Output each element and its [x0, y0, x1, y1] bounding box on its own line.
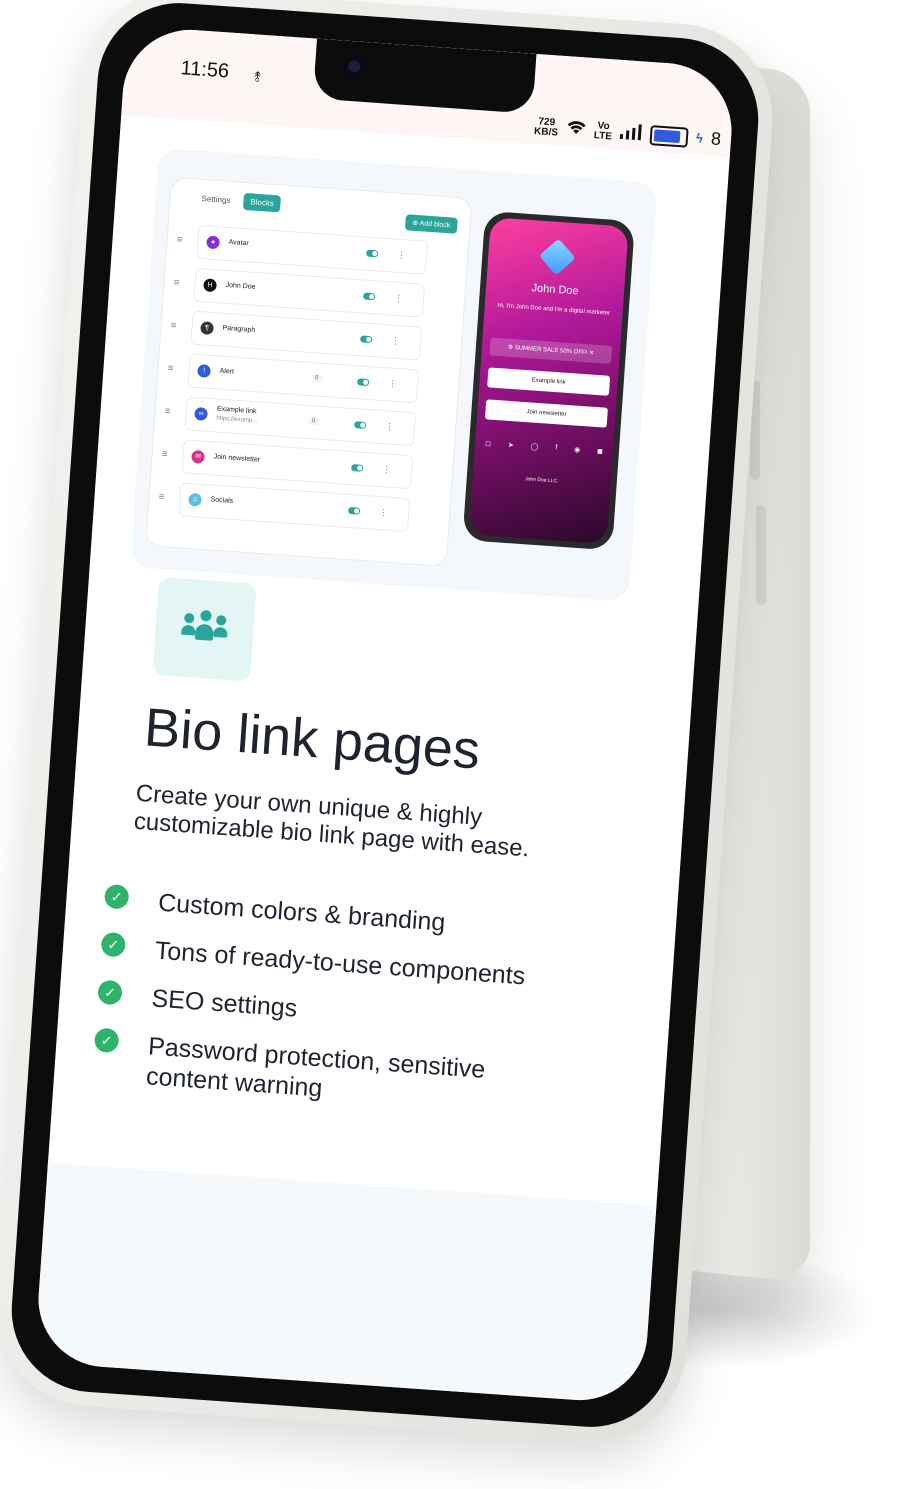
- block-toggle[interactable]: [356, 378, 370, 387]
- avatar-icon: ●: [206, 235, 220, 250]
- messenger-icon[interactable]: ◉: [574, 446, 581, 454]
- mini-newsletter-button[interactable]: Join newsletter: [484, 399, 608, 428]
- block-toggle[interactable]: [359, 335, 373, 344]
- whatsapp-icon[interactable]: ◯: [530, 443, 538, 452]
- block-badge: 0: [310, 374, 323, 383]
- discord-icon[interactable]: ◼: [597, 447, 603, 455]
- newsletter-icon: ✉: [191, 449, 205, 464]
- blocks-panel: Settings Blocks ⊕ Add block ≡ ● Avatar ⋮…: [145, 176, 473, 567]
- phone-bezel: 11:56 ⥉ 729 KB/S Vo LTE ϟ 8 Settings Blo…: [6, 0, 764, 1433]
- check-icon: ✓: [103, 883, 130, 910]
- heading-icon: H: [203, 278, 217, 293]
- block-url: https://examp...: [216, 415, 258, 425]
- front-camera: [342, 54, 366, 79]
- block-badge: 0: [307, 416, 320, 426]
- more-icon[interactable]: ⋮: [385, 421, 395, 433]
- socials-icon: ☺: [188, 492, 202, 507]
- mini-socials: ◻ ➤ ◯ f ◉ ◼: [485, 439, 603, 455]
- block-toggle[interactable]: [347, 506, 361, 515]
- block-row[interactable]: ≡ ∞ Example link https://examp... 0 ⋮: [164, 396, 417, 447]
- block-row[interactable]: ≡ ! Alert 0 ⋮: [167, 353, 420, 404]
- more-icon[interactable]: ⋮: [388, 378, 398, 390]
- charging-icon: ϟ: [695, 130, 704, 146]
- feature-list: ✓ Custom colors & branding ✓ Tons of rea…: [90, 883, 584, 1139]
- bio-link-preview: Settings Blocks ⊕ Add block ≡ ● Avatar ⋮…: [129, 147, 658, 602]
- more-icon[interactable]: ⋮: [382, 464, 392, 476]
- battery-icon: [649, 124, 689, 148]
- battery-level: 8: [710, 128, 722, 150]
- paragraph-icon: ¶: [200, 321, 214, 336]
- block-row[interactable]: ≡ ✉ Join newsletter ⋮: [161, 439, 414, 490]
- drag-handle-icon[interactable]: ≡: [173, 277, 180, 288]
- more-icon[interactable]: ⋮: [397, 250, 407, 262]
- drag-handle-icon[interactable]: ≡: [176, 234, 183, 245]
- mini-phone-screen: John Doe Hi, I'm John Doe and I'm a digi…: [468, 217, 629, 545]
- bottom-section: [34, 1162, 657, 1405]
- status-icons: 729 KB/S Vo LTE ϟ 8: [534, 116, 722, 150]
- mini-alert: ⚙ SUMMER SALE 50% OFF! ✕: [489, 337, 613, 364]
- tab-settings[interactable]: Settings: [194, 189, 238, 209]
- telegram-icon[interactable]: ➤: [508, 441, 514, 449]
- mini-name: John Doe: [531, 282, 579, 298]
- block-row[interactable]: ≡ ● Avatar ⋮: [176, 224, 429, 275]
- more-icon[interactable]: ⋮: [379, 507, 389, 519]
- mini-bio: Hi, I'm John Doe and I'm a digital marke…: [497, 302, 611, 317]
- mini-phone-preview: John Doe Hi, I'm John Doe and I'm a digi…: [462, 210, 636, 551]
- tab-blocks[interactable]: Blocks: [242, 192, 282, 213]
- drag-handle-icon[interactable]: ≡: [170, 320, 177, 331]
- block-toggle[interactable]: [365, 249, 379, 258]
- side-button: [756, 505, 766, 605]
- users-icon: [180, 609, 228, 648]
- block-toggle[interactable]: [353, 421, 367, 429]
- block-toggle[interactable]: [362, 292, 376, 301]
- check-icon: ✓: [97, 979, 123, 1006]
- data-speed: 729 KB/S: [533, 115, 559, 139]
- instagram-icon[interactable]: ◻: [485, 439, 491, 447]
- feature-title: Bio link pages: [142, 697, 483, 781]
- check-icon: ✓: [100, 931, 127, 958]
- drag-handle-icon[interactable]: ≡: [158, 492, 165, 503]
- block-row[interactable]: ≡ ☺ Socials ⋮: [158, 482, 411, 533]
- drag-handle-icon[interactable]: ≡: [167, 363, 174, 374]
- list-item: ✓ Password protection, sensitive content…: [91, 1027, 574, 1121]
- block-toggle[interactable]: [350, 464, 364, 472]
- more-icon[interactable]: ⋮: [394, 293, 404, 305]
- link-icon: ∞: [194, 406, 208, 421]
- check-icon: ✓: [93, 1027, 120, 1054]
- signal-icon: [619, 123, 643, 143]
- block-row[interactable]: ≡ ¶ Paragraph ⋮: [170, 310, 423, 361]
- drag-handle-icon[interactable]: ≡: [161, 449, 168, 460]
- mini-footer: John Doe LLC.: [524, 476, 559, 485]
- facebook-icon[interactable]: f: [555, 444, 557, 452]
- wifi-icon: [566, 119, 587, 139]
- drag-handle-icon[interactable]: ≡: [164, 406, 171, 417]
- feature-icon-box: [152, 576, 257, 682]
- add-block-button[interactable]: ⊕ Add block: [404, 214, 458, 234]
- status-time: 11:56: [179, 57, 230, 83]
- panel-tabs: Settings Blocks: [194, 189, 282, 213]
- volte-indicator: Vo LTE: [593, 119, 613, 142]
- brand-logo-icon: [539, 238, 576, 276]
- location-icon: ⥉: [253, 68, 262, 85]
- block-row[interactable]: ≡ H John Doe ⋮: [173, 267, 426, 318]
- phone-screen: 11:56 ⥉ 729 KB/S Vo LTE ϟ 8 Settings Blo…: [34, 25, 736, 1405]
- feature-subtitle: Create your own unique & highly customiz…: [133, 779, 531, 863]
- more-icon[interactable]: ⋮: [391, 336, 401, 348]
- alert-icon: !: [197, 364, 211, 378]
- phone: 11:56 ⥉ 729 KB/S Vo LTE ϟ 8 Settings Blo…: [0, 0, 779, 1448]
- mini-link-button[interactable]: Example link: [487, 367, 611, 396]
